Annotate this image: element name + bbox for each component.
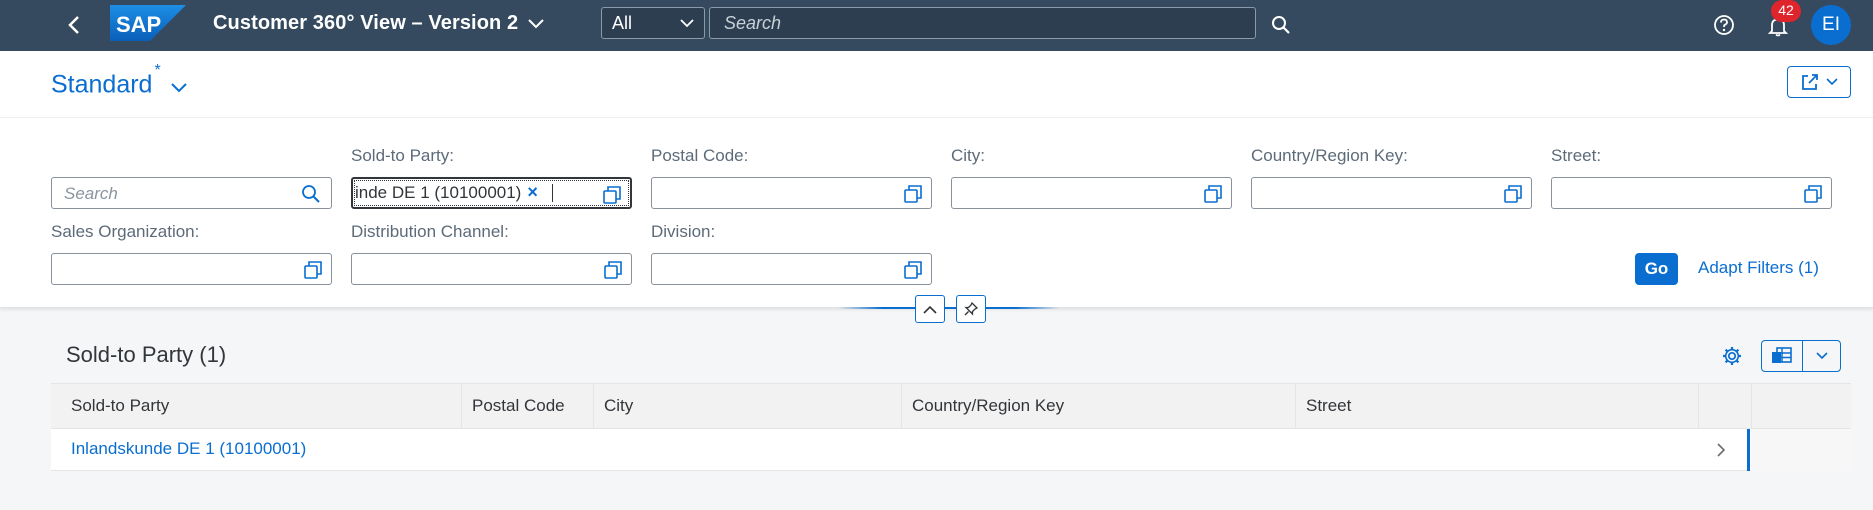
shell-search-input[interactable]: Search xyxy=(709,7,1256,39)
value-help-icon[interactable] xyxy=(603,260,623,280)
app-title-menu[interactable]: Customer 360° View – Version 2 xyxy=(213,12,544,35)
go-button[interactable]: Go xyxy=(1635,253,1678,285)
distribution-channel-label: Distribution Channel: xyxy=(351,222,509,241)
results-table: Sold-to Party Postal Code City Country/R… xyxy=(51,383,1851,471)
value-help-icon[interactable] xyxy=(303,260,323,280)
text-caret xyxy=(551,183,553,202)
collapse-header-button[interactable] xyxy=(915,295,945,323)
cell-postal-code xyxy=(462,429,502,471)
city-input[interactable] xyxy=(951,177,1232,209)
row-navigation[interactable] xyxy=(1699,429,1743,471)
country-region-key-label: Country/Region Key: xyxy=(1251,146,1408,165)
variant-management[interactable]: Standard * xyxy=(51,62,187,99)
value-help-icon[interactable] xyxy=(602,185,622,205)
app-title: Customer 360° View – Version 2 xyxy=(213,12,519,34)
row-navigated-indicator xyxy=(1747,429,1750,471)
row-trailing-area xyxy=(1751,429,1851,471)
adapt-filters-link[interactable]: Adapt Filters (1) xyxy=(1698,258,1819,278)
shell-search-button[interactable] xyxy=(1266,10,1296,40)
column-header-street[interactable]: Street xyxy=(1296,384,1699,430)
header-collapse-line xyxy=(838,307,1060,309)
token-remove-icon[interactable]: × xyxy=(527,182,538,203)
chevron-right-icon xyxy=(1717,443,1726,457)
postal-code-input[interactable] xyxy=(651,177,932,209)
gear-icon xyxy=(1723,347,1741,365)
postal-code-label: Postal Code: xyxy=(651,146,749,165)
share-icon xyxy=(1802,74,1818,90)
distribution-channel-input[interactable] xyxy=(351,253,632,285)
value-help-icon[interactable] xyxy=(1203,184,1223,204)
user-avatar[interactable]: EI xyxy=(1811,5,1851,45)
sap-logo: SAP xyxy=(110,5,186,41)
pin-header-button[interactable] xyxy=(956,295,986,323)
spreadsheet-icon xyxy=(1772,347,1792,363)
chevron-down-icon xyxy=(1826,78,1838,86)
question-circle-icon xyxy=(1714,15,1734,35)
search-icon[interactable] xyxy=(301,184,321,204)
column-header-postal-code[interactable]: Postal Code xyxy=(462,384,594,430)
value-help-icon[interactable] xyxy=(1503,184,1523,204)
table-settings-button[interactable] xyxy=(1718,342,1746,370)
city-label: City: xyxy=(951,146,985,165)
filter-search-input[interactable]: Search xyxy=(51,177,332,209)
search-scope-select[interactable]: All xyxy=(601,7,705,39)
sap-logo-text: SAP xyxy=(116,12,161,37)
export-menu-button[interactable] xyxy=(1761,340,1841,372)
share-menu-button[interactable] xyxy=(1787,66,1851,98)
value-help-icon[interactable] xyxy=(903,260,923,280)
search-scope-value: All xyxy=(612,12,633,33)
token-text: inde DE 1 (10100001) xyxy=(355,182,522,202)
cell-city xyxy=(594,429,634,471)
cell-country-region-key xyxy=(902,429,942,471)
chevron-down-icon xyxy=(1815,352,1828,360)
chevron-down-icon xyxy=(680,18,694,27)
chevron-down-icon xyxy=(528,18,544,28)
chevron-left-icon xyxy=(68,16,79,34)
sales-organization-input[interactable] xyxy=(51,253,332,285)
street-input[interactable] xyxy=(1551,177,1832,209)
street-label: Street: xyxy=(1551,146,1602,165)
division-label: Division: xyxy=(651,222,716,241)
header-divider xyxy=(0,117,1873,118)
export-dropdown-button[interactable] xyxy=(1803,341,1840,371)
sold-to-party-token: inde DE 1 (10100001) × xyxy=(355,182,553,203)
value-help-icon[interactable] xyxy=(1803,184,1823,204)
chevron-up-icon xyxy=(923,305,937,314)
sold-to-party-input[interactable]: inde DE 1 (10100001) × xyxy=(351,177,632,209)
value-help-icon[interactable] xyxy=(903,184,923,204)
column-header-sold-to-party[interactable]: Sold-to Party xyxy=(51,384,462,430)
variant-name: Standard * xyxy=(51,62,161,99)
sold-to-party-label: Sold-to Party: xyxy=(351,146,454,165)
chevron-down-icon xyxy=(170,82,187,93)
column-header-country-region-key[interactable]: Country/Region Key xyxy=(902,384,1296,430)
table-row[interactable]: Inlandskunde DE 1 (10100001) xyxy=(51,429,1851,471)
variant-modified-marker: * xyxy=(154,62,161,79)
cell-sold-to-party[interactable]: Inlandskunde DE 1 (10100001) xyxy=(51,429,326,471)
table-title: Sold-to Party (1) xyxy=(66,342,227,367)
notification-count-badge: 42 xyxy=(1771,0,1801,22)
cell-street xyxy=(1296,429,1336,471)
export-button[interactable] xyxy=(1762,341,1803,371)
country-region-key-input[interactable] xyxy=(1251,177,1532,209)
back-button[interactable] xyxy=(56,10,92,40)
column-header-navigation xyxy=(1699,384,1752,430)
table-header-row: Sold-to Party Postal Code City Country/R… xyxy=(51,383,1851,430)
dynamic-page-header: Standard * Search Sold-to Party: inde DE … xyxy=(0,51,1873,308)
pin-icon xyxy=(964,301,979,316)
shell-bar: SAP Customer 360° View – Version 2 All S… xyxy=(0,0,1873,51)
column-header-city[interactable]: City xyxy=(594,384,902,430)
sales-organization-label: Sales Organization: xyxy=(51,222,200,241)
filter-search-placeholder: Search xyxy=(64,184,118,203)
help-button[interactable] xyxy=(1709,10,1739,40)
search-icon xyxy=(1272,16,1290,34)
division-input[interactable] xyxy=(651,253,932,285)
